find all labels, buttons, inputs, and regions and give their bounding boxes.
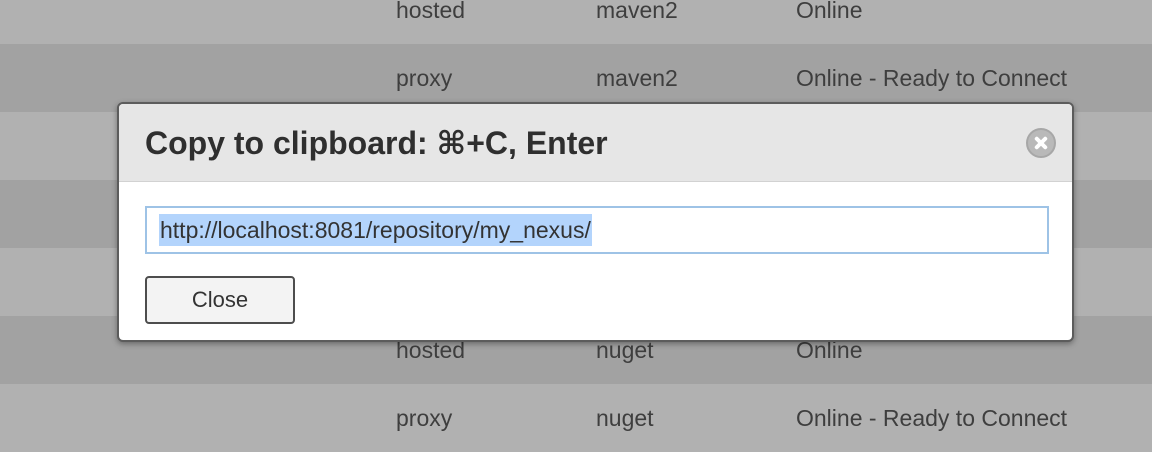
repo-type-cell: hosted (396, 0, 466, 23)
repo-format-cell: nuget (596, 404, 654, 431)
repo-type-cell: proxy (396, 404, 453, 431)
repo-format-cell: maven2 (596, 64, 678, 91)
close-button[interactable]: Close (145, 276, 295, 324)
repo-type-cell: proxy (396, 64, 453, 91)
close-circle-icon[interactable] (1026, 128, 1056, 158)
url-field[interactable]: http://localhost:8081/repository/my_nexu… (145, 206, 1049, 254)
repo-status-cell: Online - Ready to Connect (796, 64, 1068, 91)
repo-format-cell: maven2 (596, 0, 678, 23)
url-value[interactable]: http://localhost:8081/repository/my_nexu… (159, 214, 592, 246)
table-row[interactable]: proxy nuget Online - Ready to Connect (0, 384, 1152, 452)
repo-status-cell: Online (796, 0, 863, 23)
table-row[interactable]: hosted maven2 Online (0, 0, 1152, 44)
copy-url-dialog: Copy to clipboard: ⌘+C, Enter http://loc… (117, 102, 1074, 342)
dialog-title: Copy to clipboard: ⌘+C, Enter (145, 125, 608, 161)
dialog-header: Copy to clipboard: ⌘+C, Enter (119, 104, 1072, 182)
repo-status-cell: Online - Ready to Connect (796, 404, 1068, 431)
